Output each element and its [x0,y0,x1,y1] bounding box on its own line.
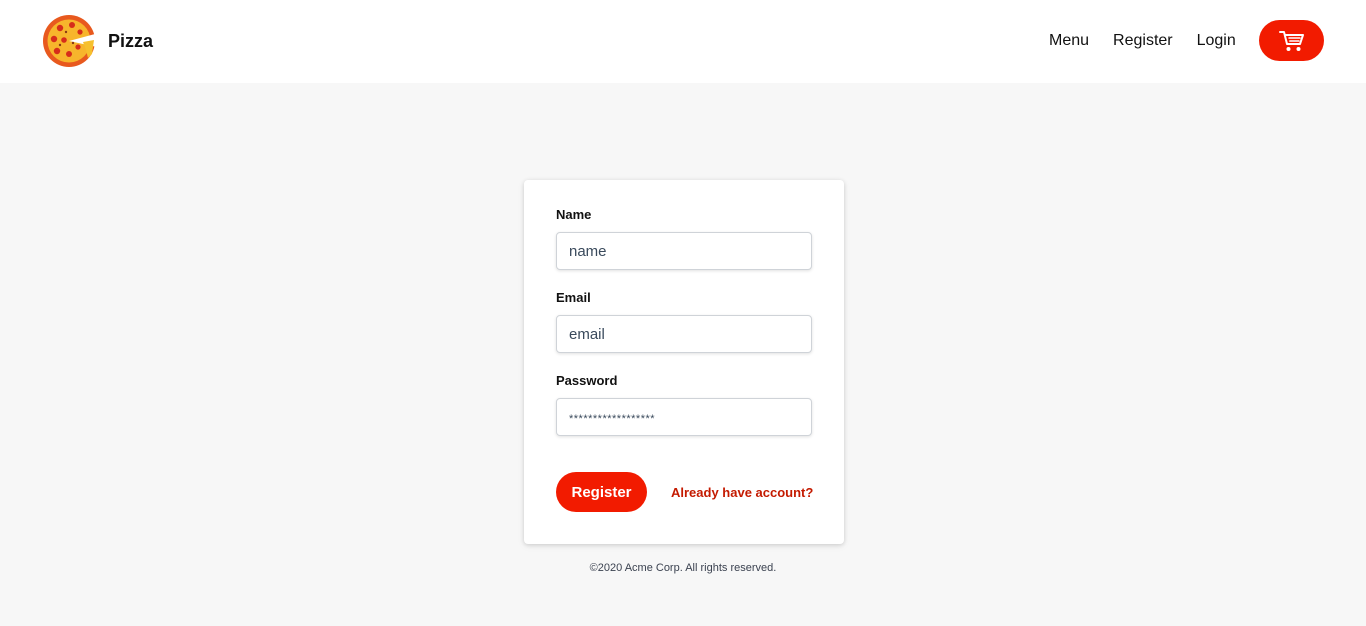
pizza-icon [43,15,97,67]
nav-menu[interactable]: Menu [1049,32,1089,50]
nav-register[interactable]: Register [1113,32,1173,50]
name-input[interactable] [556,232,812,270]
site-header: Pizza Menu Register Login [0,0,1366,83]
login-link[interactable]: Already have account? [671,485,813,500]
brand-name: Pizza [108,30,154,51]
footer-copyright: ©2020 Acme Corp. All rights reserved. [589,562,777,574]
shopping-cart-icon [1278,30,1304,51]
email-input[interactable] [556,315,812,353]
password-label: Password [556,373,618,388]
register-form: Name Email Password Register Already hav… [524,180,844,544]
email-label: Email [556,290,591,305]
name-label: Name [556,207,592,222]
brand[interactable]: Pizza [42,14,153,68]
password-input[interactable] [556,398,812,436]
main-nav: Menu Register Login [1049,30,1236,52]
nav-login[interactable]: Login [1197,32,1236,50]
cart-button[interactable] [1259,20,1324,61]
register-button[interactable]: Register [556,472,647,512]
